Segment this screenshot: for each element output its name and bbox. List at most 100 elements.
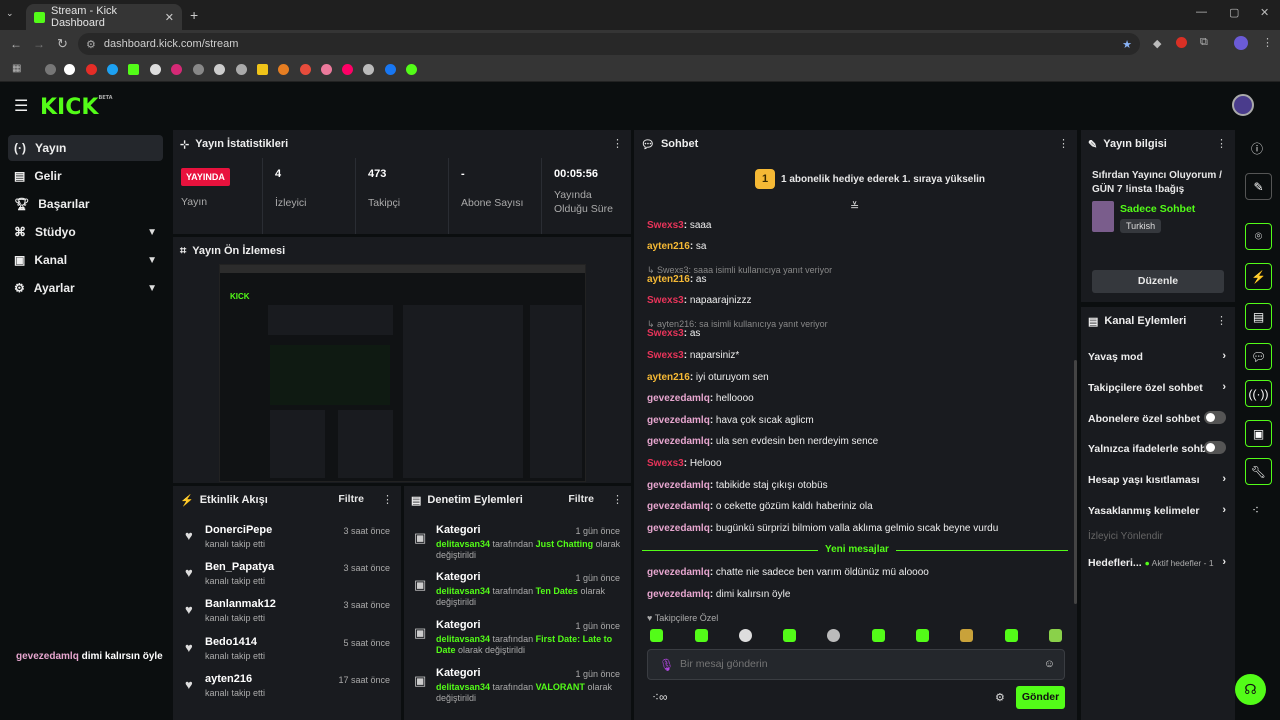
banned-words-item[interactable]: Yasaklanmış kelimeler › [1088, 504, 1228, 517]
chat-scrollbar[interactable] [1074, 360, 1077, 604]
broadcast-icon[interactable]: ((·)) [1245, 380, 1272, 407]
bookmark-7-icon[interactable] [171, 64, 182, 75]
emote-6-icon[interactable] [872, 629, 885, 642]
chat-icon[interactable]: 💬︎ [1245, 343, 1272, 370]
info-icon[interactable]: ⓘ [1251, 140, 1263, 157]
back-icon[interactable]: ← [10, 37, 22, 51]
account-age-item[interactable]: Hesap yaşı kısıtlaması › [1088, 473, 1228, 486]
bookmark-11-icon[interactable] [257, 64, 268, 75]
emote-9-icon[interactable] [1005, 629, 1018, 642]
url-field[interactable]: ⚙ dashboard.kick.com/stream ★ [78, 33, 1140, 55]
moderation-filter-button[interactable]: Filtre [568, 493, 594, 505]
chat-user[interactable]: Swexs3 [647, 328, 684, 339]
emote-1-icon[interactable] [650, 629, 663, 642]
microphone-icon[interactable]: 🎙︎ [659, 658, 674, 672]
bookmark-15-icon[interactable] [342, 64, 353, 75]
more-options-icon[interactable]: ⋮ [1058, 137, 1069, 150]
bookmark-9-icon[interactable] [214, 64, 225, 75]
camera-icon[interactable]: ⌾ [1245, 223, 1272, 250]
edit-button[interactable]: Düzenle [1092, 270, 1224, 293]
chat-user[interactable]: Swexs3 [647, 350, 684, 361]
category-link[interactable]: Sadece Sohbet [1120, 203, 1195, 215]
chat-user[interactable]: gevezedamlq [647, 523, 710, 534]
close-tab-icon[interactable]: ✕ [165, 11, 174, 24]
more-options-icon[interactable]: ⋮ [612, 493, 623, 506]
support-headset-icon[interactable]: ☊ [1235, 674, 1266, 705]
wrench-icon[interactable]: 🔧︎ [1245, 458, 1272, 485]
bookmark-10-icon[interactable] [236, 64, 247, 75]
followers-only-item[interactable]: Takipçilere özel sohbet › [1088, 381, 1228, 394]
apps-grid-icon[interactable]: ▦ [12, 63, 21, 74]
chat-user[interactable]: ayten216 [647, 274, 690, 285]
sidebar-item-studyo[interactable]: ⌘ Stüdyo ▼ [8, 219, 163, 245]
chat-settings-gear-icon[interactable]: ⚙ [995, 691, 1005, 704]
sidebar-item-yayin[interactable]: (·) Yayın [8, 135, 163, 161]
emote-10-icon[interactable] [1049, 629, 1062, 642]
bookmark-6-icon[interactable] [150, 64, 161, 75]
browser-menu-icon[interactable]: ⋮ [1262, 36, 1273, 49]
chat-input-box[interactable]: 🎙︎ ☺ [647, 649, 1065, 680]
profile-avatar-icon[interactable] [1234, 36, 1248, 50]
sidebar-item-basarilar[interactable]: 🏆︎ Başarılar [8, 191, 163, 217]
document-icon[interactable]: ▤ [1245, 303, 1272, 330]
chevron-down-icon[interactable]: ≚ [850, 200, 859, 213]
stream-preview-video[interactable]: KICK [219, 264, 586, 482]
bookmark-13-icon[interactable] [300, 64, 311, 75]
tab-list-chevron-icon[interactable]: ⌄ [6, 8, 14, 19]
edit-pencil-icon[interactable]: ✎ [1245, 173, 1272, 200]
bookmark-3-icon[interactable] [86, 64, 97, 75]
chat-user[interactable]: Swexs3 [647, 458, 684, 469]
bookmark-12-icon[interactable] [278, 64, 289, 75]
events-filter-button[interactable]: Filtre [338, 493, 364, 505]
chat-user[interactable]: Swexs3 [647, 220, 684, 231]
site-info-icon[interactable]: ⚙ [86, 38, 96, 51]
bookmark-18-icon[interactable] [406, 64, 417, 75]
lightning-icon[interactable]: ⚡ [1245, 263, 1272, 290]
points-infinity-icon[interactable]: ⁖∞ [652, 690, 668, 704]
send-button[interactable]: Gönder [1016, 686, 1065, 709]
chat-user[interactable]: gevezedamlq [647, 480, 710, 491]
chat-input[interactable] [680, 658, 1020, 670]
bookmark-14-icon[interactable] [321, 64, 332, 75]
bookmark-16-icon[interactable] [363, 64, 374, 75]
new-tab-icon[interactable]: + [190, 7, 198, 23]
chat-user[interactable]: gevezedamlq [647, 393, 710, 404]
bookmark-kick-icon[interactable] [128, 64, 139, 75]
chat-user[interactable]: gevezedamlq [647, 436, 710, 447]
more-options-icon[interactable]: ⋮ [382, 493, 393, 506]
emoji-picker-icon[interactable]: ☺ [1044, 658, 1055, 670]
sidebar-item-kanal[interactable]: ▣ Kanal ▼ [8, 247, 163, 273]
minimize-icon[interactable]: — [1196, 6, 1207, 18]
shield-extension-icon[interactable]: ◆ [1153, 37, 1161, 50]
browser-tab[interactable]: Stream - Kick Dashboard ✕ [26, 4, 182, 30]
sidebar-item-gelir[interactable]: ▤ Gelir [8, 163, 163, 189]
forward-icon[interactable]: → [33, 37, 45, 51]
more-options-icon[interactable]: ⋮ [612, 137, 623, 150]
more-options-icon[interactable]: ⋮ [1216, 314, 1227, 327]
extensions-icon[interactable]: ⧉ [1200, 36, 1208, 49]
share-icon[interactable]: ⁖ [1252, 503, 1259, 517]
subscribers-only-toggle[interactable] [1204, 411, 1226, 424]
bookmark-17-icon[interactable] [385, 64, 396, 75]
record-extension-icon[interactable] [1176, 37, 1187, 48]
bookmark-1-icon[interactable] [45, 64, 56, 75]
emote-5-icon[interactable] [827, 629, 840, 642]
emote-8-icon[interactable] [960, 629, 973, 642]
emote-7-icon[interactable] [916, 629, 929, 642]
chat-user[interactable]: gevezedamlq [647, 501, 710, 512]
emote-4-icon[interactable] [783, 629, 796, 642]
chat-user[interactable]: gevezedamlq [647, 589, 710, 600]
emote-2-icon[interactable] [695, 629, 708, 642]
kick-logo[interactable]: KICKBETA [40, 95, 113, 120]
hamburger-menu-icon[interactable]: ☰ [14, 96, 28, 116]
emote-3-icon[interactable] [739, 629, 752, 642]
chat-user[interactable]: Swexs3 [647, 295, 684, 306]
moderation-icon[interactable]: ▣ [1245, 420, 1272, 447]
bookmark-4-icon[interactable] [107, 64, 118, 75]
chat-user[interactable]: gevezedamlq [647, 415, 710, 426]
chat-user[interactable]: ayten216 [647, 372, 690, 383]
more-options-icon[interactable]: ⋮ [1216, 137, 1227, 150]
chat-user[interactable]: gevezedamlq [647, 567, 710, 578]
bookmark-8-icon[interactable] [193, 64, 204, 75]
sidebar-item-ayarlar[interactable]: ⚙ Ayarlar ▼ [8, 275, 163, 301]
